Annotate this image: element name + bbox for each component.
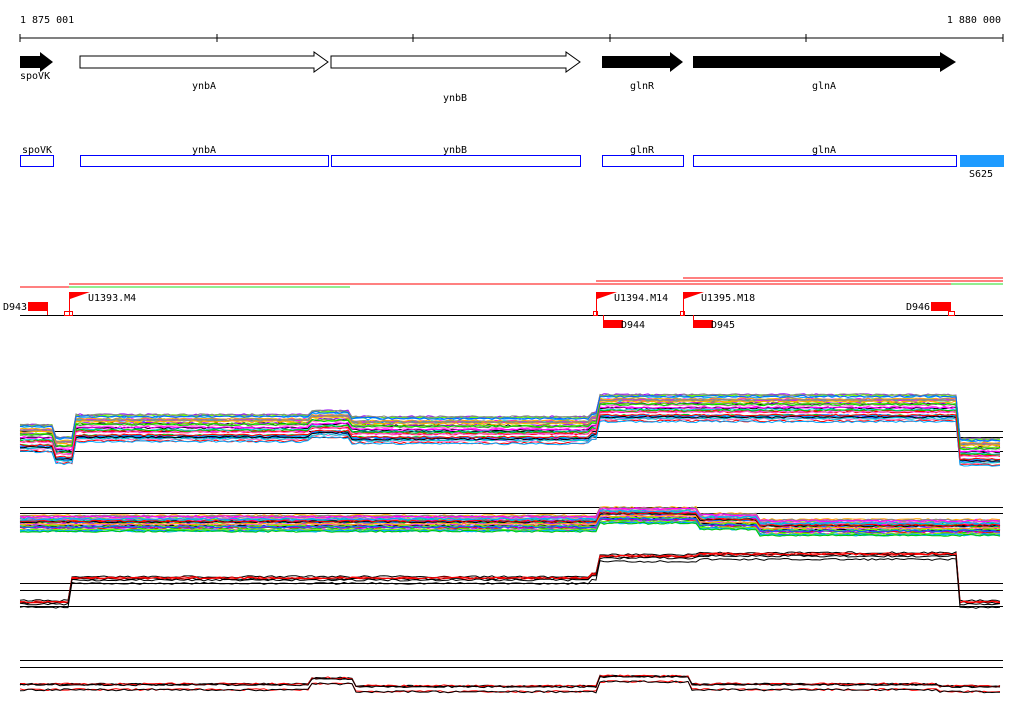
promoter-label: U1395.M18 — [701, 293, 755, 304]
gene-label: glnR — [630, 81, 655, 92]
terminator-d943[interactable] — [28, 302, 48, 311]
annotation-label: glnR — [630, 145, 655, 156]
terminator-d945[interactable] — [693, 320, 713, 328]
gene-arrow-ynbb[interactable] — [330, 51, 581, 73]
gene-label: glnA — [812, 81, 836, 92]
annotation-box-glnr[interactable] — [602, 155, 684, 167]
track-3-profile-line — [19, 554, 1001, 606]
expression-tracks — [19, 393, 1003, 694]
annotation-track — [20, 155, 1004, 167]
feature-label-s625: S625 — [969, 169, 993, 180]
gene-label: ynbB — [443, 93, 467, 104]
promoter-flag-u1393[interactable] — [70, 292, 90, 299]
gene-label: spoVK — [20, 71, 50, 82]
gene-label: ynbA — [192, 81, 216, 92]
annotation-label: ynbB — [443, 145, 467, 156]
terminator-d944[interactable] — [603, 320, 623, 328]
promoter-label: U1393.M4 — [88, 293, 136, 304]
ruler-end-label: 1 880 000 — [947, 15, 1001, 26]
gene-track: spoVK ynbA ynbB glnR glnA — [20, 51, 956, 104]
genome-browser: 1 875 001 1 880 000 spoVK ynbA ynbB glnR… — [0, 0, 1024, 714]
annotation-box-glna[interactable] — [693, 155, 957, 167]
annotation-label: glnA — [812, 145, 836, 156]
terminator-label: D943 — [3, 302, 27, 313]
ruler-start-label: 1 875 001 — [20, 15, 74, 26]
annotation-label: spoVK — [22, 145, 52, 156]
regulatory-track: D943 U1393.M4 U1394.M14 D944 U1395.M18 D… — [3, 292, 1003, 331]
annotation-box-spovk[interactable] — [20, 155, 54, 167]
feature-box-s625[interactable] — [960, 155, 1004, 167]
gene-arrow-spovk[interactable] — [20, 52, 53, 72]
annotation-label: ynbA — [192, 145, 216, 156]
terminator-d946[interactable] — [931, 302, 951, 311]
annotation-box-ynba[interactable] — [80, 155, 329, 167]
gene-arrow-glnr[interactable] — [602, 52, 683, 72]
terminator-label: D946 — [906, 302, 930, 313]
annotation-box-ynbb[interactable] — [331, 155, 581, 167]
gene-arrow-ynba[interactable] — [79, 51, 329, 73]
genome-canvas: 1 875 001 1 880 000 spoVK ynbA ynbB glnR… — [3, 15, 1004, 694]
terminator-label: D945 — [711, 320, 735, 331]
promoter-label: U1394.M14 — [614, 293, 668, 304]
ruler: 1 875 001 1 880 000 — [19, 15, 1004, 42]
gene-arrow-glna[interactable] — [693, 52, 956, 72]
transcript-lines — [20, 277, 1003, 288]
terminator-label: D944 — [621, 320, 645, 331]
